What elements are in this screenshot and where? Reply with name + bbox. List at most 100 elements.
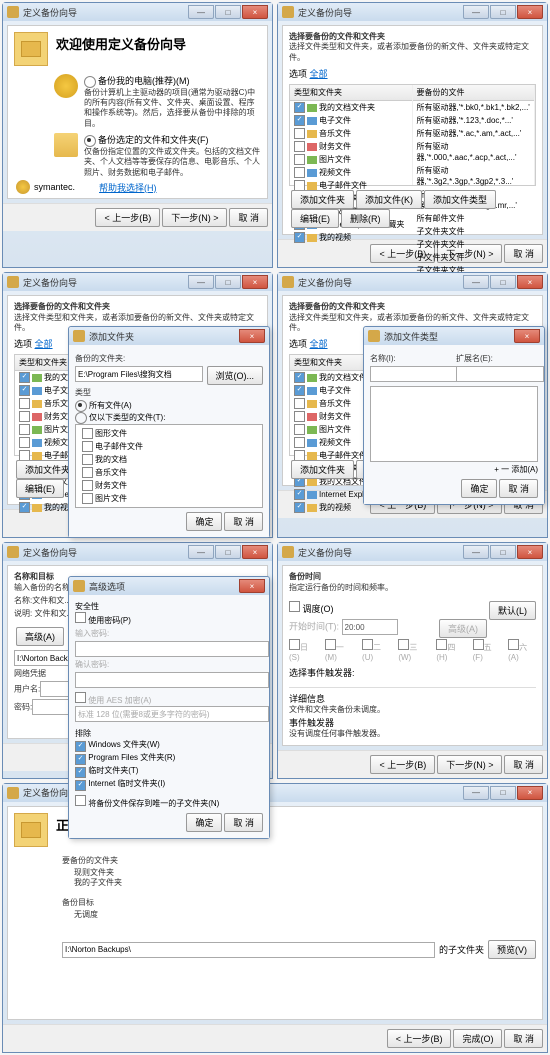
folder-path-input[interactable] xyxy=(75,366,203,382)
advanced-button[interactable]: 高级(A) xyxy=(16,627,64,646)
dialog-close[interactable]: × xyxy=(514,329,540,343)
table-row[interactable]: 财务文件 xyxy=(290,140,412,153)
ext-input[interactable] xyxy=(456,366,544,382)
type-item[interactable]: 图片文件 xyxy=(78,492,260,505)
cancel-button[interactable]: 取 消 xyxy=(504,755,543,774)
table-row[interactable]: 子文件夹文件 xyxy=(413,251,535,264)
close-button[interactable]: × xyxy=(517,786,543,800)
table-row[interactable]: 所有驱动器,'*.123,*.doc,*...' xyxy=(413,114,535,127)
row-checkbox[interactable] xyxy=(19,502,30,513)
prev-button[interactable]: < 上一步(B) xyxy=(95,208,160,227)
radio-backup-selected[interactable] xyxy=(84,135,96,147)
edit-button[interactable]: 编辑(E) xyxy=(16,479,64,498)
add-type-button[interactable]: 添加文件类型 xyxy=(424,190,496,209)
radio-backup-computer[interactable] xyxy=(84,76,96,88)
ex-checkbox[interactable] xyxy=(75,754,86,765)
table-row[interactable]: 子文件夹文件 xyxy=(413,225,535,238)
row-checkbox[interactable] xyxy=(19,385,30,396)
use-pwd-checkbox[interactable] xyxy=(75,612,86,623)
row-checkbox[interactable] xyxy=(294,167,305,178)
row-checkbox[interactable] xyxy=(19,398,30,409)
row-checkbox[interactable] xyxy=(294,372,305,383)
close-button[interactable]: × xyxy=(517,545,543,559)
add-file-button[interactable]: 添加文件(K) xyxy=(356,190,422,209)
next-button[interactable]: 下一步(N) > xyxy=(437,755,502,774)
ex-checkbox[interactable] xyxy=(75,741,86,752)
row-checkbox[interactable] xyxy=(294,437,305,448)
row-checkbox[interactable] xyxy=(294,385,305,396)
help-link[interactable]: 帮助我选择(H) xyxy=(99,181,157,194)
select-all-link[interactable]: 全部 xyxy=(310,339,328,349)
cancel-button[interactable]: 取 消 xyxy=(229,208,268,227)
schedule-checkbox[interactable] xyxy=(289,601,300,612)
ext-list[interactable] xyxy=(370,386,538,462)
select-all-link[interactable]: 全部 xyxy=(35,339,53,349)
row-checkbox[interactable] xyxy=(294,502,305,513)
type-checkbox[interactable] xyxy=(82,480,93,491)
row-checkbox[interactable] xyxy=(294,398,305,409)
row-checkbox[interactable] xyxy=(19,411,30,422)
prev-button[interactable]: < 上一步(B) xyxy=(370,755,435,774)
add-ext-button[interactable]: + 一 添加(A) xyxy=(494,465,538,474)
finish-button[interactable]: 完成(O) xyxy=(453,1029,502,1048)
type-checkbox[interactable] xyxy=(82,428,93,439)
table-row[interactable]: 音乐文件 xyxy=(290,127,412,140)
minimize-button[interactable]: — xyxy=(188,275,214,289)
type-checkbox[interactable] xyxy=(82,441,93,452)
maximize-button[interactable]: □ xyxy=(215,275,241,289)
row-checkbox[interactable] xyxy=(294,128,305,139)
row-checkbox[interactable] xyxy=(294,102,305,113)
cancel-button[interactable]: 取 消 xyxy=(224,813,263,832)
minimize-button[interactable]: — xyxy=(188,545,214,559)
table-row[interactable]: 我的文档文件夹 xyxy=(290,101,412,114)
table-row[interactable]: 电子文件 xyxy=(290,114,412,127)
type-checkbox[interactable] xyxy=(82,454,93,465)
remove-button[interactable]: 删除(R) xyxy=(341,209,390,228)
type-item[interactable]: 电子邮件文件 xyxy=(78,440,260,453)
ex-checkbox[interactable] xyxy=(75,780,86,791)
ok-button[interactable]: 确定 xyxy=(186,813,222,832)
table-row[interactable]: 图片文件 xyxy=(290,153,412,166)
type-list[interactable]: 图形文件 电子邮件文件 我的文档 音乐文件 财务文件 图片文件 xyxy=(75,424,263,508)
add-folder-button[interactable]: 添加文件夹 xyxy=(291,460,354,479)
close-button[interactable]: × xyxy=(517,5,543,19)
type-item[interactable]: 音乐文件 xyxy=(78,466,260,479)
ok-button[interactable]: 确定 xyxy=(461,479,497,498)
name-input[interactable] xyxy=(370,366,458,382)
row-checkbox[interactable] xyxy=(294,424,305,435)
minimize-button[interactable]: — xyxy=(188,5,214,19)
next-button[interactable]: 下一步(N) > xyxy=(162,208,227,227)
minimize-button[interactable]: — xyxy=(463,5,489,19)
type-item[interactable]: 图形文件 xyxy=(78,427,260,440)
minimize-button[interactable]: — xyxy=(463,786,489,800)
ex-checkbox[interactable] xyxy=(75,767,86,778)
cancel-button[interactable]: 取 消 xyxy=(499,479,538,498)
type-item[interactable]: 财务文件 xyxy=(78,479,260,492)
type-checkbox[interactable] xyxy=(82,467,93,478)
cancel-button[interactable]: 取 消 xyxy=(224,512,263,531)
maximize-button[interactable]: □ xyxy=(490,275,516,289)
row-checkbox[interactable] xyxy=(294,232,305,243)
close-button[interactable]: × xyxy=(242,275,268,289)
row-checkbox[interactable] xyxy=(294,489,305,500)
close-button[interactable]: × xyxy=(242,545,268,559)
table-row[interactable]: 所有邮件文件 xyxy=(413,212,535,225)
table-row[interactable]: 所有驱动器,'*.bk0,*.bk1,*.bk2,...' xyxy=(413,101,535,114)
maximize-button[interactable]: □ xyxy=(490,786,516,800)
row-checkbox[interactable] xyxy=(294,141,305,152)
maximize-button[interactable]: □ xyxy=(215,5,241,19)
default-button[interactable]: 默认(L) xyxy=(489,601,536,620)
table-row[interactable]: 视频文件 xyxy=(290,166,412,179)
radio-selected-types[interactable] xyxy=(75,412,87,424)
dialog-close[interactable]: × xyxy=(239,329,265,343)
minimize-button[interactable]: — xyxy=(463,545,489,559)
row-checkbox[interactable] xyxy=(294,115,305,126)
browse-button[interactable]: 浏览(O)... xyxy=(207,366,264,385)
row-checkbox[interactable] xyxy=(294,411,305,422)
dialog-close[interactable]: × xyxy=(239,579,265,593)
minimize-button[interactable]: — xyxy=(463,275,489,289)
maximize-button[interactable]: □ xyxy=(490,545,516,559)
row-checkbox[interactable] xyxy=(19,424,30,435)
advanced-button[interactable]: 高级(A) xyxy=(439,619,487,638)
preview-button[interactable]: 预览(V) xyxy=(488,940,536,959)
